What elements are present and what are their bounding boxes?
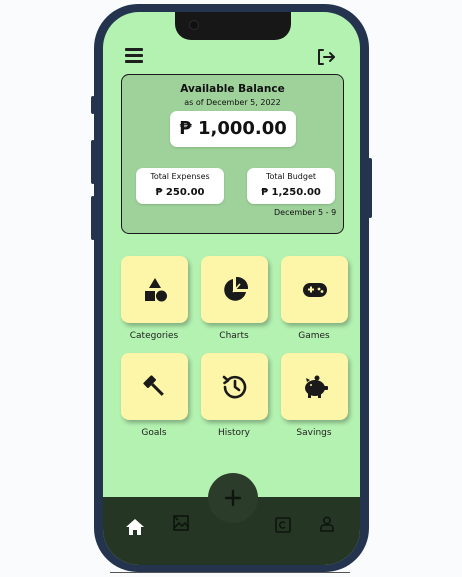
home-icon: [126, 519, 144, 535]
tile-history-label: History: [217, 428, 251, 438]
logout-button[interactable]: [315, 46, 337, 68]
nav-wallet[interactable]: [273, 515, 293, 539]
history-icon: [222, 375, 246, 398]
logout-icon: [318, 49, 335, 65]
home-indicator: [110, 572, 350, 573]
tile-categories-label: Categories: [129, 331, 179, 341]
wallet-icon: [275, 517, 291, 533]
menu-button[interactable]: [125, 48, 143, 64]
balance-amount: ₱ 1,000.00: [170, 111, 296, 147]
balance-title: Available Balance: [180, 83, 285, 95]
image-icon: [173, 515, 189, 531]
budget-range: December 5 - 9: [274, 208, 337, 217]
budget-label: Total Budget: [266, 172, 316, 181]
tile-games-label: Games: [298, 331, 330, 341]
menu-icon: [125, 48, 143, 51]
budget-box: Total Budget ₱ 1,250.00: [247, 168, 335, 204]
camera-icon: [189, 20, 199, 30]
tile-charts[interactable]: [201, 256, 268, 323]
phone-side-button: [91, 96, 95, 114]
gamepad-icon: [302, 282, 327, 297]
phone-side-button: [91, 140, 95, 184]
tile-games[interactable]: [281, 256, 348, 323]
add-icon: [224, 489, 242, 507]
budget-amount: ₱ 1,250.00: [261, 187, 321, 198]
tile-goals[interactable]: [121, 353, 188, 420]
balance-date: as of December 5, 2022: [184, 98, 281, 107]
phone-side-button: [91, 196, 95, 240]
nav-profile[interactable]: [318, 515, 336, 537]
shapes-icon: [144, 277, 167, 301]
tile-history[interactable]: [201, 353, 268, 420]
tile-goals-label: Goals: [141, 428, 167, 438]
tile-savings-label: Savings: [296, 428, 332, 438]
nav-home[interactable]: [125, 517, 145, 541]
expenses-box: Total Expenses ₱ 250.00: [136, 168, 224, 204]
app-screen: Available Balance as of December 5, 2022…: [103, 12, 360, 565]
pie-chart-icon: [223, 276, 248, 301]
notch: [175, 12, 291, 40]
phone-power-button: [368, 158, 372, 218]
piggy-bank-icon: [304, 375, 328, 398]
gavel-icon: [142, 374, 164, 396]
tile-savings[interactable]: [281, 353, 348, 420]
nav-image[interactable]: [171, 513, 191, 537]
add-button[interactable]: [208, 473, 258, 523]
balance-card: Available Balance as of December 5, 2022…: [121, 74, 344, 234]
profile-icon: [320, 516, 334, 532]
tile-categories[interactable]: [121, 256, 188, 323]
expenses-amount: ₱ 250.00: [155, 187, 205, 198]
tile-charts-label: Charts: [219, 331, 249, 341]
expenses-label: Total Expenses: [150, 172, 210, 181]
